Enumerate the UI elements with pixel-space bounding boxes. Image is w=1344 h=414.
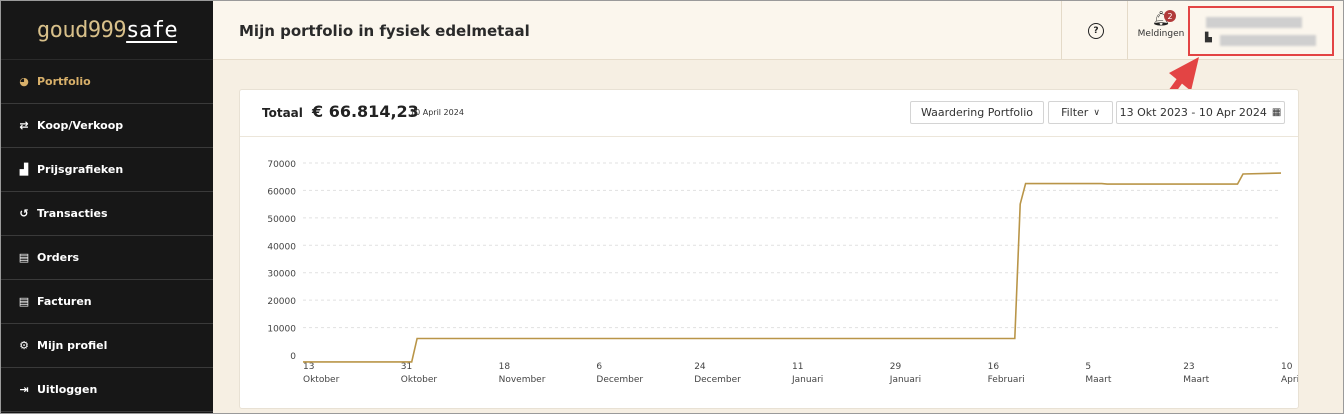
portfolio-value-chart: 0 10000 20000 30000 40000 50000 60000 70000 13 Ok… [267,160,1298,385]
app-window: goud999safe ◕ Portfolio ⇄ Koop/Verkoop ▟ Prij… [0,0,1344,414]
sidebar-item-uitloggen[interactable]: ⇥ Uitloggen [1,368,213,412]
sidebar-item-transacties[interactable]: ↺ Transacties [1,192,213,236]
logo-text-safe: safe [126,17,178,43]
x-tick-day: 16 [988,362,1000,372]
x-tick-month: Januari [791,375,823,385]
x-tick-day: 18 [499,362,511,372]
bar-chart-icon: ▟ [19,163,29,176]
x-tick-month: Januari [889,375,921,385]
gear-icon: ⚙ [19,339,29,352]
bell-icon: 🔔︎ [1152,11,1170,27]
sidebar-item-orders[interactable]: ▤ Orders [1,236,213,280]
notifications-label: Meldingen [1137,29,1185,39]
sidebar-item-label: Prijsgrafieken [37,163,124,176]
x-tick-month: Maart [1183,375,1209,385]
date-range-picker[interactable]: 13 Okt 2023 - 10 Apr 2024 ▦ [1116,101,1285,124]
notification-count-badge: 2 [1164,10,1176,22]
sidebar-item-label: Uitloggen [37,383,98,396]
total-label: Totaal [262,106,303,120]
x-tick-day: 6 [596,362,602,372]
waardering-portfolio-button[interactable]: Waardering Portfolio [910,101,1044,124]
x-tick-day: 5 [1085,362,1091,372]
page-title: Mijn portfolio in fysiek edelmetaal [239,22,530,40]
date-range-label: 13 Okt 2023 - 10 Apr 2024 [1119,106,1267,119]
x-tick-month: Februari [988,375,1025,385]
x-tick-month: Oktober [303,375,340,385]
account-menu[interactable]: ▙ [1188,6,1334,56]
x-tick-day: 29 [890,362,902,372]
x-tick-month: Oktober [401,375,438,385]
sidebar-item-portfolio[interactable]: ◕ Portfolio [1,60,213,104]
y-tick-label: 30000 [267,270,296,280]
sidebar-item-label: Koop/Verkoop [37,119,124,132]
x-tick-month: Maart [1085,375,1111,385]
filter-label: Filter [1061,106,1089,119]
x-tick-day: 31 [401,362,412,372]
invoice-icon: ▤ [18,295,30,308]
logo[interactable]: goud999safe [1,1,213,60]
sidebar-item-prijsgrafieken[interactable]: ▟ Prijsgrafieken [1,148,213,192]
help-icon[interactable]: ? [1088,23,1104,39]
y-tick-label: 60000 [267,187,296,197]
card-header: Totaal € 66.814,23 10 April 2024 Waarder… [240,90,1298,137]
sidebar-item-label: Mijn profiel [37,339,108,352]
history-icon: ↺ [19,207,29,220]
waardering-label: Waardering Portfolio [920,106,1033,119]
pie-chart-icon: ◕ [19,75,29,88]
y-tick-label: 0 [290,352,296,362]
calendar-icon: ▦ [1271,107,1282,118]
y-tick-label: 40000 [267,242,296,252]
notifications-button[interactable]: 🔔︎ 2 Meldingen [1135,10,1187,39]
total-date: 10 April 2024 [410,108,464,117]
y-tick-label: 20000 [267,297,296,307]
logo-text-goud: goud999 [36,17,127,43]
account-company-redacted [1220,35,1316,46]
sidebar-item-label: Facturen [37,295,92,308]
x-tick-day: 11 [792,362,803,372]
x-tick-day: 13 [303,362,314,372]
sidebar-item-label: Portfolio [37,75,91,88]
x-tick-day: 24 [694,362,706,372]
logout-icon: ⇥ [19,383,29,396]
sidebar-item-koop-verkoop[interactable]: ⇄ Koop/Verkoop [1,104,213,148]
filter-dropdown[interactable]: Filter ∨ [1048,101,1113,124]
x-tick-month: April [1281,375,1298,385]
x-tick-month: November [499,375,546,385]
y-tick-label: 50000 [267,215,296,225]
sidebar: goud999safe ◕ Portfolio ⇄ Koop/Verkoop ▟ Prij… [1,1,213,413]
swap-arrows-icon: ⇄ [19,119,29,132]
x-tick-month: December [694,375,741,385]
chevron-down-icon: ∨ [1093,107,1100,118]
sidebar-item-facturen[interactable]: ▤ Facturen [1,280,213,324]
portfolio-card: Totaal € 66.814,23 10 April 2024 Waarder… [239,89,1299,409]
x-tick-day: 10 [1281,362,1293,372]
sidebar-item-label: Orders [37,251,80,264]
y-tick-label: 10000 [267,325,296,335]
building-icon: ▙ [1205,33,1212,43]
sidebar-item-mijn-profiel[interactable]: ⚙ Mijn profiel [1,324,213,368]
sidebar-item-label: Transacties [37,207,108,220]
x-tick-month: December [596,375,643,385]
header-divider [1061,1,1062,59]
account-name-redacted [1206,17,1302,28]
portfolio-value-line [303,172,1282,363]
y-tick-label: 70000 [267,160,296,170]
document-icon: ▤ [18,251,30,264]
x-tick-day: 23 [1183,362,1194,372]
total-value: € 66.814,23 [312,102,419,121]
